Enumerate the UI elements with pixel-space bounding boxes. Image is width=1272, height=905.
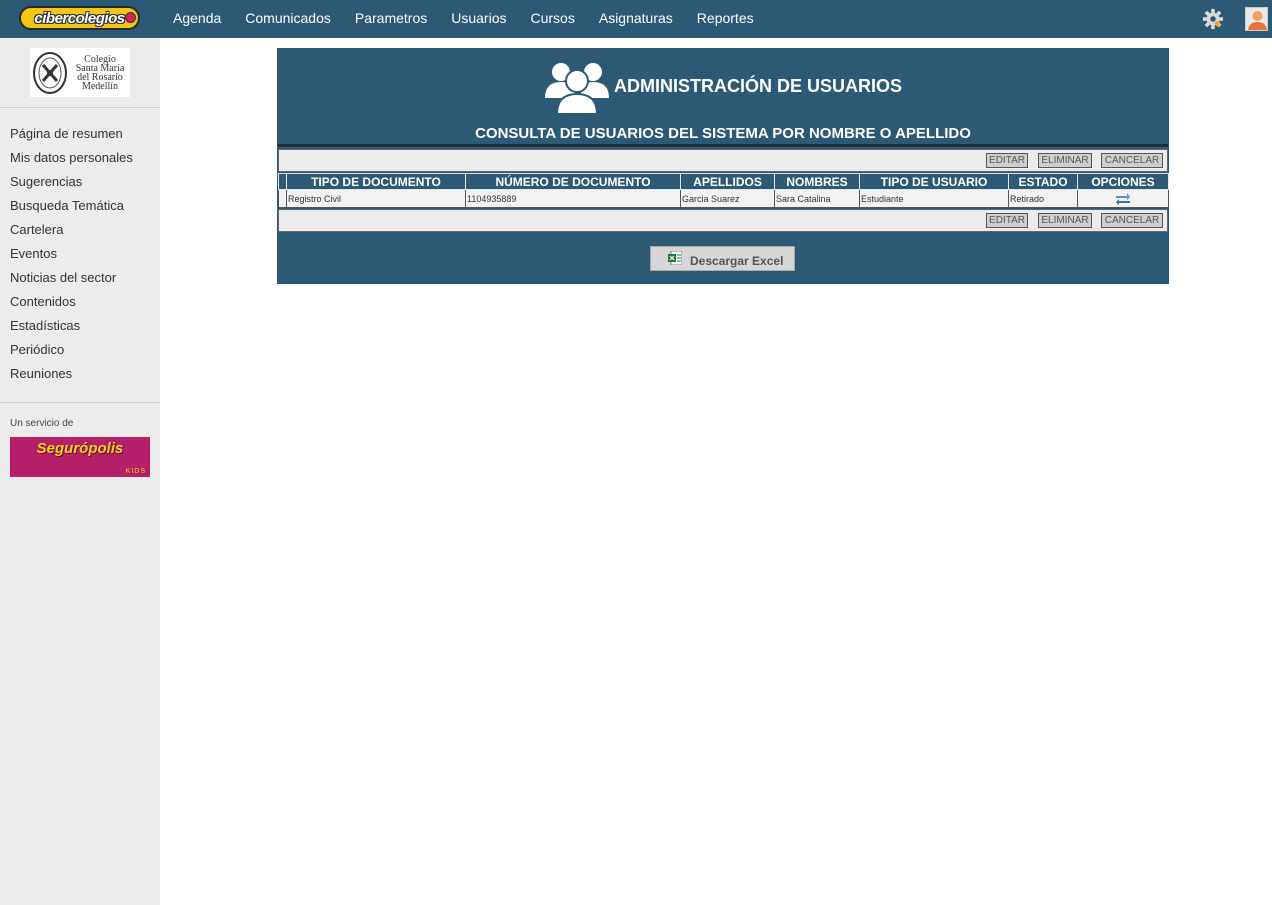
sidebar-item-busqueda-tematica[interactable]: Busqueda Temática bbox=[10, 196, 133, 220]
sidebar-item-reuniones[interactable]: Reuniones bbox=[10, 364, 133, 388]
school-name-line: Medellín bbox=[81, 80, 119, 92]
sidebar-item-contenidos[interactable]: Contenidos bbox=[10, 292, 133, 316]
nav-comunicados[interactable]: Comunicados bbox=[233, 0, 343, 38]
delete-button[interactable]: ELIMINAR bbox=[1038, 153, 1092, 168]
sidebar-item-eventos[interactable]: Eventos bbox=[10, 244, 133, 268]
sidebar-menu: Página de resumen Mis datos personales S… bbox=[10, 124, 133, 388]
download-excel-label: Descargar Excel bbox=[690, 254, 784, 268]
sidebar-item-cartelera[interactable]: Cartelera bbox=[10, 220, 133, 244]
col-opciones: OPCIONES bbox=[1077, 173, 1169, 190]
sidebar-item-datos-personales[interactable]: Mis datos personales bbox=[10, 148, 133, 172]
sidebar: Colegio Santa María del Rosario Medellín… bbox=[0, 38, 160, 905]
nav-agenda[interactable]: Agenda bbox=[161, 0, 233, 38]
cancel-button[interactable]: CANCELAR bbox=[1101, 213, 1163, 228]
edit-button[interactable]: EDITAR bbox=[986, 153, 1028, 168]
cibercolegios-logo[interactable]: cibercolegios bbox=[19, 6, 140, 30]
nav-parametros[interactable]: Parametros bbox=[343, 0, 439, 38]
users-admin-panel: ADMINISTRACIÓN DE USUARIOS CONSULTA DE U… bbox=[277, 48, 1169, 284]
sidebar-item-noticias[interactable]: Noticias del sector bbox=[10, 268, 133, 292]
user-avatar-icon[interactable] bbox=[1245, 7, 1268, 31]
excel-file-icon bbox=[668, 251, 682, 265]
users-group-icon bbox=[545, 63, 609, 114]
delete-button[interactable]: ELIMINAR bbox=[1038, 213, 1092, 228]
cell-tipo-documento: Registro Civil bbox=[286, 189, 466, 208]
sidebar-divider bbox=[0, 107, 160, 108]
sidebar-item-periodico[interactable]: Periódico bbox=[10, 340, 133, 364]
sponsor-text: Segurópolis bbox=[36, 440, 124, 457]
page-title: ADMINISTRACIÓN DE USUARIOS bbox=[614, 76, 903, 96]
cell-numero-documento: 1104935889 bbox=[465, 189, 681, 208]
col-select bbox=[278, 173, 287, 190]
col-apellidos[interactable]: APELLIDOS bbox=[680, 173, 775, 190]
logo-dot bbox=[125, 12, 136, 23]
service-label: Un servicio de bbox=[10, 418, 74, 429]
sponsor-sub: KIDS bbox=[125, 468, 146, 475]
school-seal-icon bbox=[33, 51, 67, 94]
users-table: TIPO DE DOCUMENTO NÚMERO DE DOCUMENTO AP… bbox=[278, 173, 1169, 208]
row-select-cell[interactable] bbox=[278, 189, 287, 208]
logo-text: cibercolegios bbox=[34, 9, 125, 27]
top-action-bar: EDITAR ELIMINAR CANCELAR bbox=[278, 149, 1168, 172]
nav-cursos[interactable]: Cursos bbox=[519, 0, 587, 38]
sidebar-item-resumen[interactable]: Página de resumen bbox=[10, 124, 133, 148]
nav-reportes[interactable]: Reportes bbox=[685, 0, 766, 38]
cell-apellidos: Garcia Suarez bbox=[680, 189, 775, 208]
header-divider bbox=[278, 144, 1168, 147]
nav-usuarios[interactable]: Usuarios bbox=[439, 0, 518, 38]
col-estado[interactable]: ESTADO bbox=[1008, 173, 1078, 190]
cancel-button[interactable]: CANCELAR bbox=[1101, 153, 1163, 168]
table-row[interactable]: Registro Civil 1104935889 Garcia Suarez … bbox=[278, 189, 1169, 208]
cell-estado: Retirado bbox=[1008, 189, 1078, 208]
page-subtitle: CONSULTA DE USUARIOS DEL SISTEMA POR NOM… bbox=[475, 125, 971, 142]
gear-icon[interactable] bbox=[1202, 8, 1224, 30]
col-tipo-usuario[interactable]: TIPO DE USUARIO bbox=[859, 173, 1009, 190]
edit-button[interactable]: EDITAR bbox=[986, 213, 1028, 228]
col-numero-documento[interactable]: NÚMERO DE DOCUMENTO bbox=[465, 173, 681, 190]
cell-nombres: Sara Catalina bbox=[774, 189, 860, 208]
col-nombres[interactable]: NOMBRES bbox=[774, 173, 860, 190]
seguropolis-banner[interactable]: Segurópolis KIDS bbox=[10, 437, 150, 477]
sidebar-item-estadisticas[interactable]: Estadísticas bbox=[10, 316, 133, 340]
sidebar-divider bbox=[0, 402, 160, 403]
cell-opciones bbox=[1077, 189, 1169, 208]
download-excel-button[interactable]: Descargar Excel bbox=[650, 246, 795, 271]
main-nav: Agenda Comunicados Parametros Usuarios C… bbox=[161, 0, 766, 38]
bottom-action-bar: EDITAR ELIMINAR CANCELAR bbox=[278, 209, 1168, 232]
top-navbar: cibercolegios Agenda Comunicados Paramet… bbox=[0, 0, 1272, 38]
col-tipo-documento[interactable]: TIPO DE DOCUMENTO bbox=[286, 173, 466, 190]
school-name: Colegio Santa María del Rosario Medellín bbox=[71, 54, 129, 92]
school-logo[interactable]: Colegio Santa María del Rosario Medellín bbox=[30, 48, 130, 97]
cell-tipo-usuario: Estudiante bbox=[859, 189, 1009, 208]
swap-arrows-icon[interactable] bbox=[1115, 192, 1131, 205]
sidebar-item-sugerencias[interactable]: Sugerencias bbox=[10, 172, 133, 196]
nav-asignaturas[interactable]: Asignaturas bbox=[587, 0, 685, 38]
table-header-row: TIPO DE DOCUMENTO NÚMERO DE DOCUMENTO AP… bbox=[278, 173, 1169, 190]
